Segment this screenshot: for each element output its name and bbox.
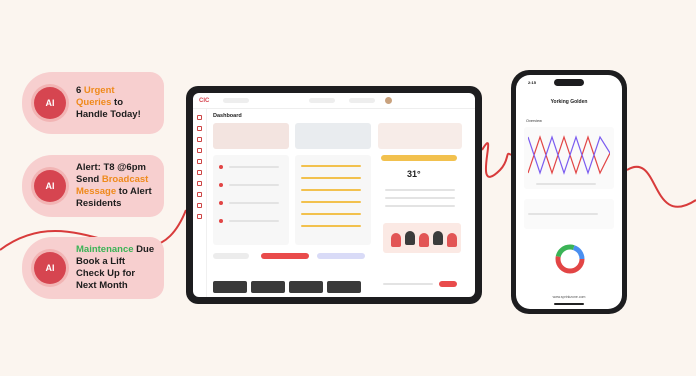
tablet-topbar: CIC [193,93,475,109]
banner-upcoming [295,123,371,149]
list-row[interactable] [383,283,433,285]
sidebar-icon[interactable] [197,170,202,175]
message-indicator [219,165,223,169]
donut-chart [555,244,585,274]
message-indicator [219,201,223,205]
callout-broadcast-alert: AI Alert: T8 @6pm Send Broadcast Message… [22,155,164,217]
sidebar-icon[interactable] [197,192,202,197]
phone-footer: www.sprinkzone.com [552,295,586,299]
overview-label: Overview [526,119,542,123]
sidebar-icon[interactable] [197,203,202,208]
weather-line [385,205,455,207]
progress-row [301,165,361,167]
page-title: Dashboard [213,113,242,119]
tablet-mockup: CIC Dashboard 31° [186,86,482,304]
resident-figure [405,231,415,245]
upcoming-panel [295,155,371,245]
secondary-action-button[interactable] [317,253,365,259]
message-indicator [219,183,223,187]
resident-figure [391,233,401,247]
overview-line-chart [528,135,610,175]
tablet-screen: CIC Dashboard 31° [193,93,475,297]
resident-figure [419,233,429,247]
sidebar-icon[interactable] [197,126,202,131]
messages-panel [213,155,289,245]
chart-legend [536,183,596,185]
message-row[interactable] [229,220,279,222]
message-indicator [219,219,223,223]
message-row[interactable] [229,184,279,186]
callout-maintenance-due-text: Maintenance Due Book a Lift Check Up for… [76,244,155,291]
ai-icon: AI [34,170,66,202]
message-row[interactable] [229,166,279,168]
progress-row [301,189,361,191]
progress-row [301,213,361,215]
progress-row [301,225,361,227]
banner-weather [378,123,462,149]
resident-figure [433,231,443,245]
phone-notch [554,79,584,86]
banner-messages [213,123,289,149]
sidebar-icon[interactable] [197,214,202,219]
sidebar-icon[interactable] [197,137,202,142]
phone-mockup: 2:15 Yorking Golden Overview www.sprinkz… [511,70,627,314]
tablet-sidebar [193,109,207,297]
sidebar-icon[interactable] [197,159,202,164]
callout-broadcast-alert-text: Alert: T8 @6pm Send Broadcast Message to… [76,162,152,209]
sidebar-icon[interactable] [197,148,202,153]
app-logo: CIC [199,97,210,104]
photo-thumbnail[interactable] [289,281,323,293]
legend-row [528,213,598,215]
progress-row [301,201,361,203]
phone-screen: 2:15 Yorking Golden Overview www.sprinkz… [516,75,622,309]
sidebar-icon[interactable] [197,115,202,120]
home-indicator [554,303,584,305]
callout-maintenance-due: AI Maintenance Due Book a Lift Check Up … [22,237,164,299]
topbar-chip[interactable] [349,98,376,103]
row-action-button[interactable] [439,281,457,287]
progress-row [301,177,361,179]
ai-icon: AI [34,87,66,119]
weather-temperature: 31° [407,169,421,179]
callout-urgent-queries: AI 6 Urgent Queries to Handle Today! [22,72,164,134]
primary-action-button[interactable] [261,253,309,259]
topbar-chip[interactable] [309,98,336,103]
callout-urgent-queries-text: 6 Urgent Queries to Handle Today! [76,85,141,120]
photo-thumbnail[interactable] [327,281,361,293]
status-time: 2:15 [528,80,537,85]
avatar[interactable] [385,97,393,104]
weather-line [385,197,455,199]
quick-action[interactable] [213,253,249,259]
topbar-search[interactable] [223,98,250,103]
message-row[interactable] [229,202,279,204]
resident-figure [447,233,457,247]
ai-icon: AI [34,252,66,284]
phone-app-title: Yorking Golden [550,99,588,105]
photo-thumbnail[interactable] [213,281,247,293]
weather-status-bar [381,155,457,161]
photo-thumbnail[interactable] [251,281,285,293]
sidebar-icon[interactable] [197,181,202,186]
weather-line [385,189,455,191]
